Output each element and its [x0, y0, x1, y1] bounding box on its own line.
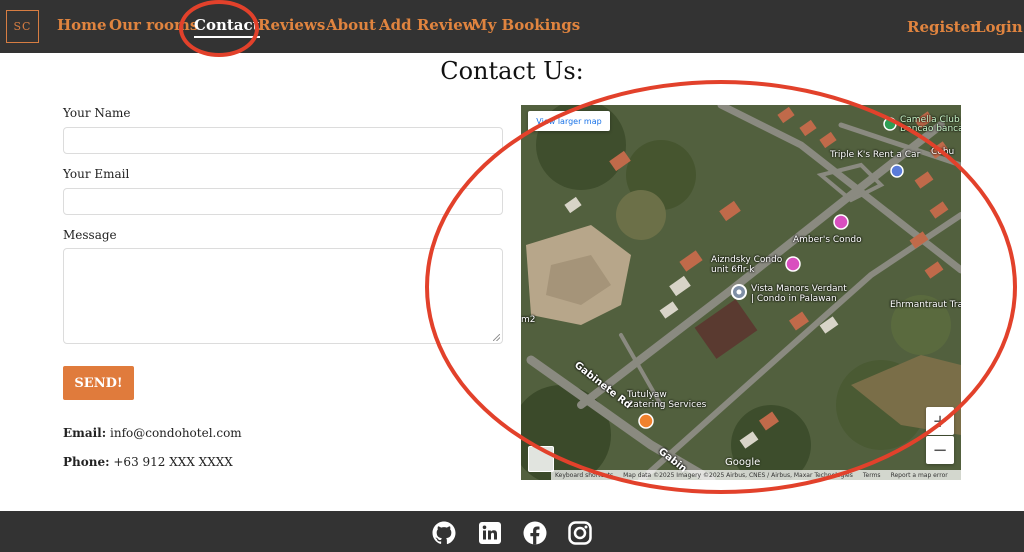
- map-label-triple-k: Triple K's Rent a Car: [830, 150, 921, 160]
- name-input[interactable]: [63, 127, 503, 154]
- github-icon[interactable]: [432, 521, 456, 545]
- navbar: SC Home Our rooms Contact Reviews About …: [0, 0, 1024, 53]
- nav-add-review[interactable]: Add Review: [379, 16, 476, 34]
- map-label-vista-manors: Vista Manors Verdant | Condo in Palawan: [751, 284, 847, 304]
- contact-phone: Phone: +63 912 XXX XXXX: [63, 455, 233, 469]
- satellite-imagery: [521, 105, 961, 480]
- message-textarea[interactable]: [63, 248, 503, 344]
- site-logo[interactable]: SC: [6, 10, 39, 43]
- phone-info-value: +63 912 XXX XXXX: [113, 455, 233, 469]
- google-logo: Google: [725, 457, 761, 468]
- facebook-icon[interactable]: [523, 521, 547, 545]
- name-label: Your Name: [63, 106, 131, 120]
- footer: [0, 511, 1024, 552]
- nav-login[interactable]: Login: [975, 18, 1023, 36]
- keyboard-shortcuts-link[interactable]: Keyboard shortcuts: [555, 472, 613, 479]
- report-error-link[interactable]: Report a map error: [891, 472, 948, 479]
- contact-email: Email: info@condohotel.com: [63, 426, 242, 440]
- map-attribution: Keyboard shortcuts Map data ©2025 Imager…: [551, 470, 961, 480]
- email-label: Your Email: [63, 167, 130, 181]
- send-button[interactable]: SEND!: [63, 366, 134, 400]
- zoom-out-button[interactable]: −: [926, 436, 954, 464]
- map-embed[interactable]: View larger map Camella Club Bancao banc…: [521, 105, 961, 480]
- message-label: Message: [63, 228, 117, 242]
- resize-grip-icon[interactable]: [493, 334, 500, 341]
- map-label-m2: m2: [521, 315, 536, 325]
- nav-register[interactable]: Register: [907, 18, 978, 36]
- instagram-icon[interactable]: [568, 521, 592, 545]
- nav-home[interactable]: Home: [57, 16, 107, 34]
- map-type-toggle[interactable]: [528, 446, 554, 472]
- map-label-cebu: Cebu: [931, 147, 955, 157]
- linkedin-icon[interactable]: [478, 521, 502, 545]
- map-label-camella-sub: Bancao bancao: [900, 124, 961, 134]
- terms-link[interactable]: Terms: [863, 472, 881, 479]
- map-label-ehrmantraut: Ehrmantraut Tra: [890, 300, 961, 310]
- email-input[interactable]: [63, 188, 503, 215]
- nav-contact[interactable]: Contact: [194, 16, 260, 38]
- map-data-text: Map data ©2025 Imagery ©2025 Airbus, CNE…: [623, 471, 853, 479]
- map-label-aizndsky: Aizndsky Condo unit 6flr-k: [711, 255, 783, 275]
- page-title: Contact Us:: [440, 57, 584, 85]
- nav-our-rooms[interactable]: Our rooms: [109, 16, 198, 34]
- nav-about[interactable]: About: [326, 16, 376, 34]
- nav-reviews[interactable]: Reviews: [258, 16, 325, 34]
- email-info-label: Email:: [63, 426, 107, 440]
- map-label-tutulyaw: Tutulyaw Catering Services: [627, 390, 707, 410]
- zoom-in-button[interactable]: +: [926, 407, 954, 435]
- phone-info-label: Phone:: [63, 455, 110, 469]
- nav-my-bookings[interactable]: My Bookings: [471, 16, 580, 34]
- map-label-ambers-condo: Amber's Condo: [793, 235, 862, 245]
- email-info-value: info@condohotel.com: [110, 426, 242, 440]
- view-larger-map-link[interactable]: View larger map: [528, 111, 610, 131]
